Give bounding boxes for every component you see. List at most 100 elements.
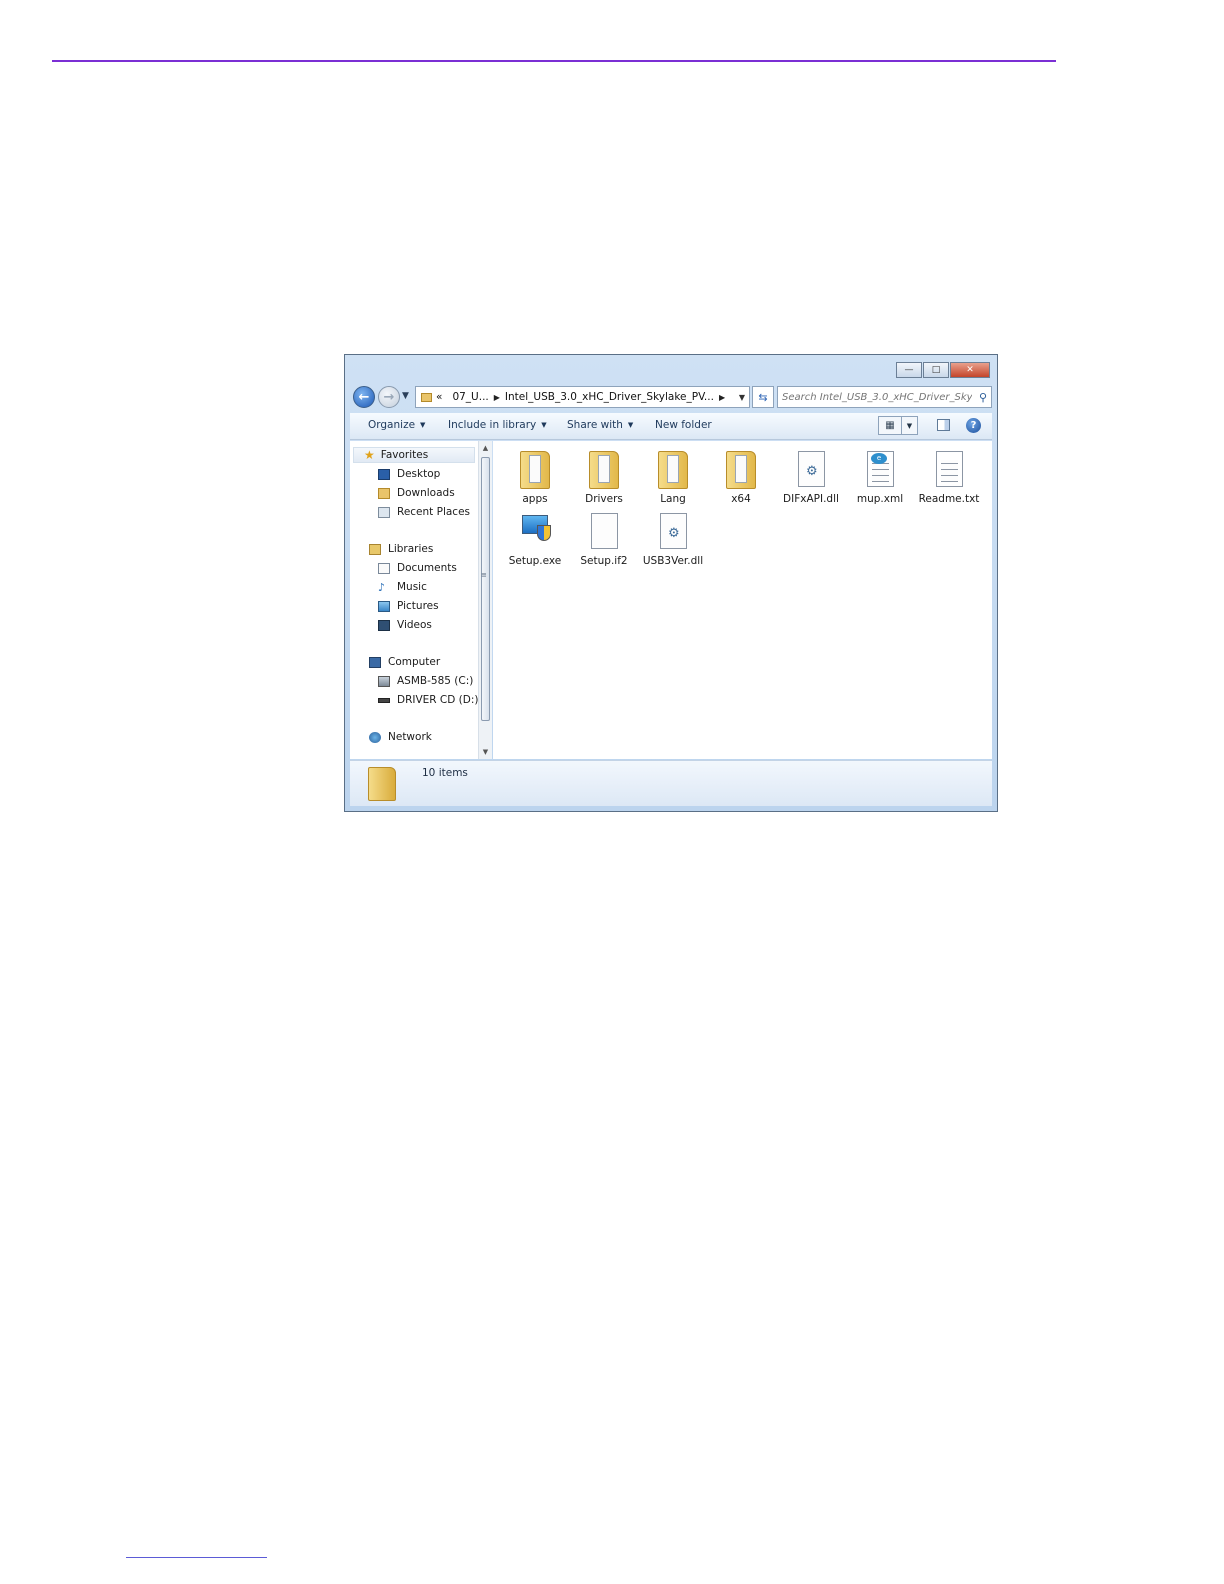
file-list: apps Drivers Lang x64 ⚙ DIFxAPI.dll e mu… (493, 441, 992, 759)
file-item-difxapi-dll[interactable]: ⚙ DIFxAPI.dll (776, 447, 846, 507)
network-icon (369, 731, 381, 743)
footer-rule (126, 1557, 267, 1558)
nav-item-label: Computer (388, 656, 441, 668)
nav-item-libraries[interactable]: Libraries (369, 541, 433, 557)
nav-item-label: Videos (397, 619, 432, 631)
text-file-icon (936, 451, 963, 487)
file-name: Setup.if2 (580, 555, 628, 567)
scrollbar-thumb[interactable] (481, 457, 490, 721)
folder-icon (368, 767, 396, 801)
address-dropdown-icon[interactable]: ▼ (735, 393, 749, 402)
documents-icon (378, 562, 390, 574)
search-box[interactable]: ⚲ (777, 386, 992, 408)
nav-item-favorites[interactable]: ★ Favorites (364, 447, 428, 463)
title-bar[interactable]: — □ ✕ (345, 355, 997, 383)
refresh-icon: ⇆ (758, 390, 768, 404)
help-button[interactable]: ? (966, 418, 981, 433)
folder-icon (421, 392, 432, 402)
caption-buttons: — □ ✕ (896, 362, 990, 378)
nav-item-drive-d[interactable]: DRIVER CD (D:) (378, 692, 479, 708)
libraries-icon (369, 543, 381, 555)
nav-item-videos[interactable]: Videos (378, 617, 432, 633)
nav-item-desktop[interactable]: Desktop (378, 466, 440, 482)
dll-file-icon: ⚙ (798, 451, 825, 487)
recent-pages-dropdown[interactable]: ▼ (402, 391, 409, 401)
forward-button[interactable]: → (378, 386, 400, 408)
dll-file-icon: ⚙ (660, 513, 687, 549)
navigation-scrollbar[interactable]: ▲ ≡ ▼ (478, 441, 492, 759)
refresh-button[interactable]: ⇆ (752, 386, 774, 408)
folder-page-icon (529, 455, 541, 483)
scroll-up-icon[interactable]: ▲ (479, 441, 492, 455)
file-name: Drivers (585, 493, 623, 505)
address-bar[interactable]: « 07_U... ▶ Intel_USB_3.0_xHC_Driver_Sky… (415, 386, 750, 408)
nav-item-documents[interactable]: Documents (378, 560, 457, 576)
nav-item-recent-places[interactable]: Recent Places (378, 504, 470, 520)
file-name: DIFxAPI.dll (783, 493, 839, 505)
nav-item-label: Music (397, 581, 427, 593)
file-item-drivers[interactable]: Drivers (569, 447, 639, 507)
blank-file-icon (591, 513, 618, 549)
file-item-readme-txt[interactable]: Readme.txt (914, 447, 984, 507)
search-input[interactable] (782, 391, 972, 403)
nav-item-label: Pictures (397, 600, 439, 612)
file-item-mup-xml[interactable]: e mup.xml (845, 447, 915, 507)
nav-item-network[interactable]: Network (369, 729, 432, 745)
nav-item-label: Libraries (388, 543, 434, 555)
back-button[interactable]: ← (353, 386, 375, 408)
setup-exe-icon (520, 513, 554, 543)
file-item-apps[interactable]: apps (500, 447, 570, 507)
folder-icon (589, 451, 619, 489)
file-item-x64[interactable]: x64 (706, 447, 776, 507)
file-item-setup-exe[interactable]: Setup.exe (500, 509, 570, 569)
nav-item-computer[interactable]: Computer (369, 654, 440, 670)
new-folder-button[interactable]: New folder (655, 419, 712, 431)
file-item-usb3ver-dll[interactable]: ⚙ USB3Ver.dll (638, 509, 708, 569)
nav-item-music[interactable]: ♪ Music (378, 579, 427, 595)
minimize-button[interactable]: — (896, 362, 922, 378)
change-view-button[interactable]: ▦ ▼ (878, 416, 918, 435)
header-rule (52, 60, 1056, 62)
nav-item-label: Favorites (380, 449, 429, 461)
file-item-setup-if2[interactable]: Setup.if2 (569, 509, 639, 569)
organize-label: Organize (368, 419, 416, 431)
chevron-down-icon: ▼ (627, 421, 634, 429)
folder-icon (658, 451, 688, 489)
breadcrumb-item[interactable]: Intel_USB_3.0_xHC_Driver_Skylake_PV... (505, 391, 714, 403)
organize-menu[interactable]: Organize ▼ (368, 419, 425, 431)
chevron-down-icon[interactable]: ▼ (902, 417, 917, 434)
close-button[interactable]: ✕ (950, 362, 990, 378)
breadcrumb-separator-icon[interactable]: ▶ (719, 393, 725, 402)
breadcrumb-item[interactable]: 07_U... (452, 391, 488, 403)
folder-page-icon (735, 455, 747, 483)
uac-shield-icon (537, 525, 551, 541)
nav-item-label: Documents (397, 562, 457, 574)
nav-item-label: Network (388, 731, 432, 743)
breadcrumb-overflow[interactable]: « (436, 391, 442, 403)
nav-item-label: DRIVER CD (D:) (397, 694, 479, 706)
file-name: x64 (731, 493, 751, 505)
desktop-icon (378, 468, 390, 480)
star-icon: ★ (364, 448, 375, 462)
nav-item-downloads[interactable]: Downloads (378, 485, 455, 501)
navigation-row: ← → ▼ « 07_U... ▶ Intel_USB_3.0_xHC_Driv… (351, 385, 992, 409)
preview-pane-button[interactable] (937, 419, 950, 431)
view-icon[interactable]: ▦ (879, 417, 902, 434)
chevron-down-icon: ▼ (420, 421, 426, 429)
scroll-down-icon[interactable]: ▼ (479, 745, 492, 759)
nav-item-drive-c[interactable]: ASMB-585 (C:) (378, 673, 473, 689)
pictures-icon (378, 600, 390, 612)
breadcrumb-separator-icon[interactable]: ▶ (494, 393, 500, 402)
file-item-lang[interactable]: Lang (638, 447, 708, 507)
include-in-library-menu[interactable]: Include in library ▼ (448, 419, 547, 431)
maximize-button[interactable]: □ (923, 362, 949, 378)
help-icon: ? (970, 420, 977, 431)
command-bar: Organize ▼ Include in library ▼ Share with… (350, 413, 992, 440)
optical-drive-icon (378, 697, 390, 703)
file-name: mup.xml (856, 493, 904, 505)
share-with-menu[interactable]: Share with ▼ (567, 419, 633, 431)
folder-icon (520, 451, 550, 489)
search-icon[interactable]: ⚲ (979, 391, 987, 404)
include-in-library-label: Include in library (448, 419, 537, 431)
nav-item-pictures[interactable]: Pictures (378, 598, 439, 614)
